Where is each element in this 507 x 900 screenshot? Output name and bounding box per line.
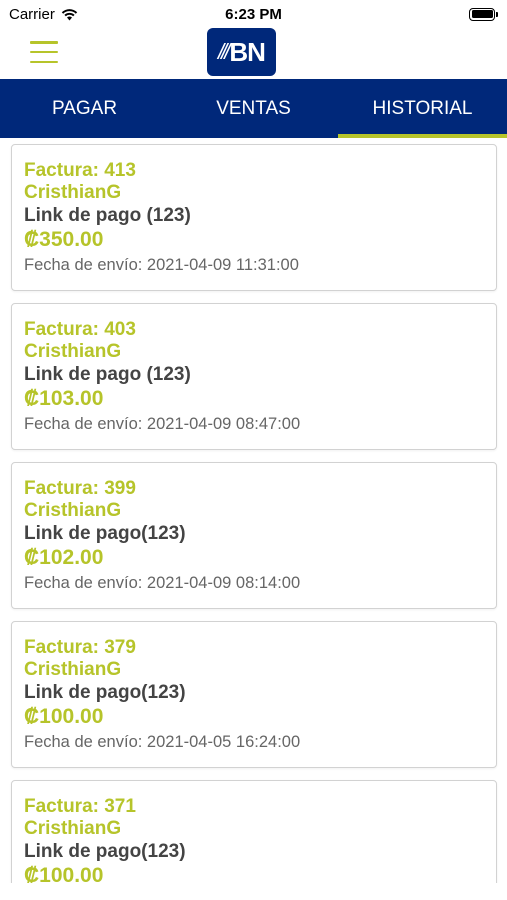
customer-name: CristhianG xyxy=(24,341,122,362)
amount: ₡102.00 xyxy=(24,546,104,569)
sent-date: Fecha de envío: 2021-04-09 11:31:00 xyxy=(24,256,299,274)
app-header: /// BN xyxy=(0,28,507,79)
customer-name: CristhianG xyxy=(24,500,122,521)
history-card[interactable]: Factura: 403 CristhianG Link de pago (12… xyxy=(11,303,497,450)
logo-text: BN xyxy=(229,36,266,67)
tab-historial[interactable]: HISTORIAL xyxy=(338,79,507,138)
invoice-number: Factura: 399 xyxy=(24,478,136,499)
logo-stripes: /// xyxy=(218,39,230,64)
sent-date: Fecha de envío: 2021-04-09 08:14:00 xyxy=(24,574,301,592)
history-card[interactable]: Factura: 379 CristhianG Link de pago(123… xyxy=(11,621,497,768)
amount: ₡100.00 xyxy=(24,864,104,883)
history-card[interactable]: Factura: 413 CristhianG Link de pago (12… xyxy=(11,144,497,291)
invoice-number: Factura: 379 xyxy=(24,637,136,658)
payment-link-label: Link de pago(123) xyxy=(24,841,186,862)
invoice-number: Factura: 413 xyxy=(24,160,136,181)
customer-name: CristhianG xyxy=(24,182,122,203)
invoice-number: Factura: 371 xyxy=(24,796,136,817)
payment-link-label: Link de pago (123) xyxy=(24,364,191,385)
bn-logo: /// BN xyxy=(207,28,276,76)
payment-link-label: Link de pago(123) xyxy=(24,682,186,703)
battery-icon xyxy=(469,7,498,21)
payment-link-label: Link de pago(123) xyxy=(24,523,186,544)
amount: ₡100.00 xyxy=(24,705,104,728)
customer-name: CristhianG xyxy=(24,659,122,680)
customer-name: CristhianG xyxy=(24,818,122,839)
history-card[interactable]: Factura: 371 CristhianG Link de pago(123… xyxy=(11,780,497,883)
carrier-label: Carrier xyxy=(9,5,55,23)
tab-ventas[interactable]: VENTAS xyxy=(169,79,338,138)
tab-bar: PAGAR VENTAS HISTORIAL xyxy=(0,79,507,138)
hamburger-menu-icon[interactable] xyxy=(30,40,58,64)
payment-link-label: Link de pago (123) xyxy=(24,205,191,226)
status-bar: Carrier 6:23 PM xyxy=(0,0,507,28)
history-card[interactable]: Factura: 399 CristhianG Link de pago(123… xyxy=(11,462,497,609)
wifi-icon xyxy=(61,8,78,20)
sent-date: Fecha de envío: 2021-04-05 16:24:00 xyxy=(24,733,301,751)
amount: ₡350.00 xyxy=(24,228,104,251)
invoice-number: Factura: 403 xyxy=(24,319,136,340)
status-left: Carrier xyxy=(9,6,78,23)
amount: ₡103.00 xyxy=(24,387,104,410)
tab-pagar[interactable]: PAGAR xyxy=(0,79,169,138)
sent-date: Fecha de envío: 2021-04-09 08:47:00 xyxy=(24,415,301,433)
history-list[interactable]: Factura: 413 CristhianG Link de pago (12… xyxy=(0,138,507,883)
